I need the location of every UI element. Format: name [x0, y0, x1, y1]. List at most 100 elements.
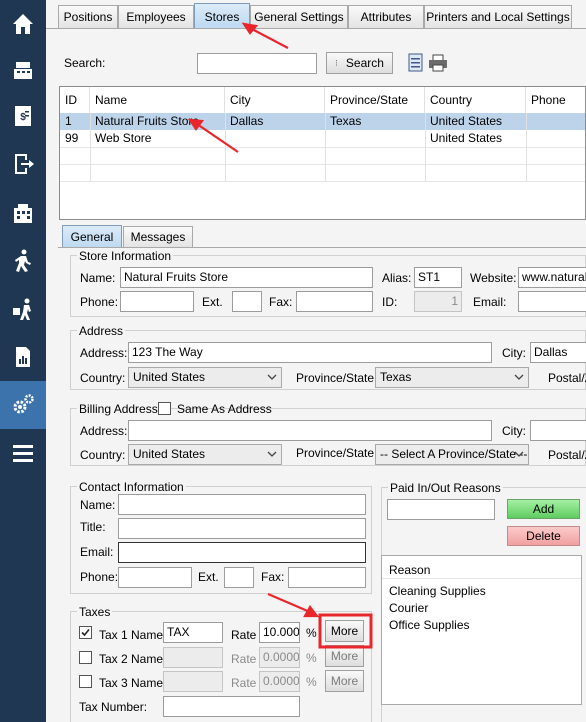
billing-country-select[interactable]: United States: [128, 444, 282, 465]
logout-icon[interactable]: [0, 140, 46, 188]
delete-reason-button[interactable]: Delete: [507, 526, 580, 546]
column-header-id[interactable]: ID: [60, 87, 90, 113]
column-header-country[interactable]: Country: [425, 87, 526, 113]
country-select[interactable]: United States: [128, 367, 282, 388]
tax2-label: Tax 2 Name: [99, 652, 164, 666]
grid-line: [60, 181, 585, 182]
tab-printers-local-settings[interactable]: Printers and Local Settings: [424, 5, 572, 28]
tax3-rate-field[interactable]: 0.0000: [259, 671, 300, 692]
subtab-general[interactable]: General: [62, 225, 122, 248]
tax-number-field[interactable]: [163, 696, 300, 717]
alias-field[interactable]: ST1: [414, 267, 462, 288]
button-label: More: [330, 674, 359, 688]
cell-name: Web Store: [95, 131, 152, 145]
tax2-percent: %: [306, 651, 317, 665]
column-header-province-state[interactable]: Province/State: [325, 87, 425, 113]
subtab-messages[interactable]: Messages: [123, 226, 193, 247]
search-button[interactable]: ⁝ Search: [326, 52, 393, 74]
list-item[interactable]: Courier: [389, 601, 428, 615]
tab-label: General: [70, 230, 114, 244]
select-value: United States: [133, 370, 206, 384]
billing-address-field[interactable]: [128, 420, 492, 441]
cell-phone: [526, 113, 585, 130]
column-header-phone[interactable]: Phone: [526, 87, 586, 113]
phone-field[interactable]: [120, 291, 194, 312]
button-label: More: [330, 624, 359, 638]
tax3-name-field[interactable]: [163, 671, 223, 692]
id-label: ID:: [382, 295, 398, 309]
search-input[interactable]: [197, 53, 317, 74]
store-name-field[interactable]: Natural Fruits Store: [120, 267, 373, 288]
website-field[interactable]: www.naturalfr: [518, 267, 586, 288]
tab-label: Messages: [130, 230, 186, 244]
tax2-checkbox[interactable]: [79, 651, 92, 664]
report-icon[interactable]: [0, 333, 46, 381]
ext-field[interactable]: [232, 291, 262, 312]
contact-name-field[interactable]: [118, 494, 366, 515]
cell-province: Texas: [330, 114, 362, 128]
tax2-more-button[interactable]: More: [325, 645, 364, 667]
contact-title-field[interactable]: [118, 518, 366, 539]
table-row[interactable]: 99 Web Store United States: [60, 130, 585, 147]
add-reason-button[interactable]: Add: [507, 499, 580, 519]
tab-positions[interactable]: Positions: [58, 5, 118, 28]
column-header-city[interactable]: City: [225, 87, 325, 113]
delivery-person-icon[interactable]: [0, 286, 46, 334]
address-field[interactable]: 123 The Way: [128, 342, 492, 363]
grid-line: [60, 147, 585, 148]
contact-fax-field[interactable]: [288, 567, 366, 588]
sidebar: $: [0, 0, 46, 722]
billing-province-label: Province/State:: [296, 446, 378, 460]
tab-stores[interactable]: Stores: [194, 3, 250, 29]
select-value: United States: [133, 447, 206, 461]
tab-label: Printers and Local Settings: [426, 10, 570, 24]
province-label: Province/State:: [296, 371, 378, 385]
menu-icon[interactable]: [0, 429, 46, 477]
tab-employees[interactable]: Employees: [118, 5, 194, 28]
list-item[interactable]: Office Supplies: [389, 618, 470, 632]
tax1-name-field[interactable]: TAX: [163, 622, 223, 643]
province-select[interactable]: Texas: [375, 367, 529, 388]
tax2-rate-field[interactable]: 0.0000: [259, 647, 300, 668]
cell-id: 99: [65, 131, 79, 145]
billing-province-select[interactable]: -- Select A Province/State --: [375, 444, 529, 465]
walking-person-icon[interactable]: [0, 237, 46, 285]
tab-divider: [46, 28, 586, 29]
chevron-down-icon: [267, 374, 277, 380]
tax2-name-field[interactable]: [163, 647, 223, 668]
contact-email-field[interactable]: [118, 542, 366, 563]
button-label: More: [330, 649, 359, 663]
table-row[interactable]: 1 Natural Fruits Store Dallas Texas Unit…: [60, 113, 585, 130]
tax1-rate-label: Rate: [231, 628, 257, 642]
settings-gears-icon[interactable]: [0, 381, 46, 429]
document-icon[interactable]: [408, 53, 424, 73]
home-icon[interactable]: [0, 0, 46, 48]
same-as-address-checkbox[interactable]: [158, 402, 171, 415]
printer-icon[interactable]: [428, 54, 448, 72]
building-icon[interactable]: [0, 189, 46, 237]
store-email-field[interactable]: [518, 291, 586, 312]
list-item[interactable]: Cleaning Supplies: [389, 584, 486, 598]
cash-register-icon[interactable]: [0, 46, 46, 94]
fax-field[interactable]: [296, 291, 373, 312]
tax1-label: Tax 1 Name: [99, 628, 164, 642]
tax1-more-button[interactable]: More: [325, 620, 364, 642]
reason-input[interactable]: [387, 499, 495, 520]
tax3-more-button[interactable]: More: [325, 670, 364, 692]
tab-general-settings[interactable]: General Settings: [250, 5, 348, 28]
receipt-icon[interactable]: $: [0, 92, 46, 140]
column-header-name[interactable]: Name: [90, 87, 225, 113]
tax1-rate-field[interactable]: 10.000: [259, 622, 300, 643]
tax1-checkbox[interactable]: [79, 626, 92, 639]
tab-attributes[interactable]: Attributes: [348, 5, 424, 28]
contact-ext-field[interactable]: [224, 567, 254, 588]
billing-city-field[interactable]: [530, 420, 586, 441]
city-field[interactable]: Dallas: [530, 342, 586, 363]
button-label: Delete: [526, 529, 561, 543]
contact-phone-field[interactable]: [118, 567, 192, 588]
search-dots-icon: ⁝: [335, 57, 338, 68]
grid-line: [60, 164, 585, 165]
reasons-list-header[interactable]: Reason: [389, 563, 430, 577]
tax3-checkbox[interactable]: [79, 675, 92, 688]
annotation-arrow: [249, 27, 289, 49]
